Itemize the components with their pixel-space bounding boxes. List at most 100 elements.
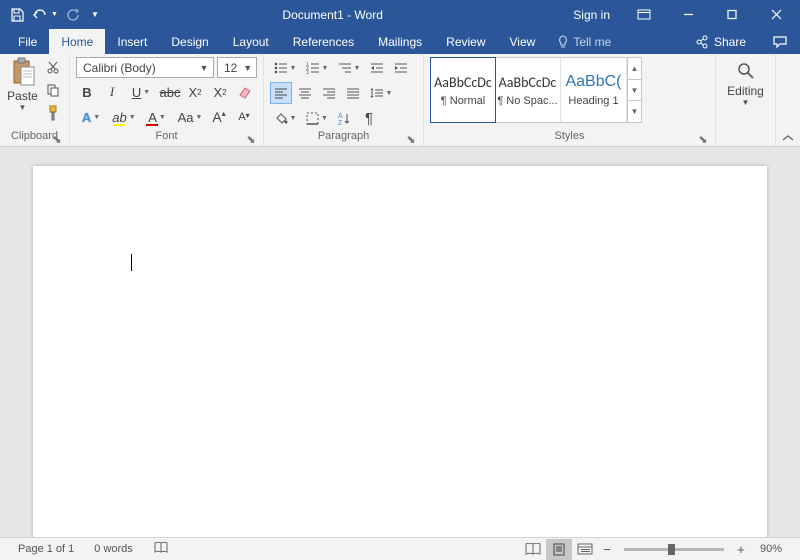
numbering-button[interactable]: 123▼ (302, 57, 332, 79)
multilevel-list-button[interactable]: ▼ (334, 57, 364, 79)
ribbon-display-button[interactable] (624, 0, 664, 29)
qat-customize-button[interactable]: ▼ (88, 3, 102, 27)
ribbon-tabs: File Home Insert Design Layout Reference… (0, 29, 800, 54)
borders-icon (306, 112, 319, 125)
clear-formatting-button[interactable] (234, 81, 256, 103)
font-color-button[interactable]: A▼ (142, 106, 172, 128)
zoom-level[interactable]: 90% (750, 543, 792, 555)
maximize-button[interactable] (712, 0, 752, 29)
tell-me-label: Tell me (573, 35, 611, 49)
justify-button[interactable] (342, 82, 364, 104)
text-effects-button[interactable]: A▼ (76, 106, 106, 128)
web-layout-button[interactable] (572, 539, 598, 560)
decrease-indent-button[interactable] (366, 57, 388, 79)
tab-file[interactable]: File (6, 29, 49, 54)
cut-button[interactable] (43, 57, 63, 77)
page[interactable] (33, 166, 767, 537)
chevron-up-icon (782, 134, 794, 142)
sort-icon: AZ (338, 112, 352, 125)
paste-button[interactable]: Paste ▼ (6, 57, 39, 112)
sort-button[interactable]: AZ (334, 107, 356, 129)
underline-button[interactable]: U▼ (126, 81, 156, 103)
lightbulb-icon (557, 35, 569, 49)
chevron-down-icon: ▼ (742, 98, 750, 107)
tell-me-search[interactable]: Tell me (547, 29, 621, 54)
style-heading-1[interactable]: AaBbC( Heading 1 (561, 58, 627, 122)
bucket-icon (274, 112, 288, 125)
tab-review[interactable]: Review (434, 29, 497, 54)
comments-button[interactable] (760, 29, 800, 54)
format-painter-button[interactable] (43, 103, 63, 123)
zoom-out-button[interactable]: − (598, 542, 616, 557)
numbering-icon: 123 (306, 62, 320, 74)
subscript-button[interactable]: X2 (184, 81, 206, 103)
chevron-down-icon: ▼ (19, 103, 27, 112)
collapse-ribbon-button[interactable] (776, 54, 800, 146)
style-name: ¶ Normal (433, 95, 493, 107)
minimize-button[interactable] (668, 0, 708, 29)
page-indicator[interactable]: Page 1 of 1 (8, 543, 84, 555)
gallery-more-button[interactable]: ▼ (628, 101, 641, 122)
bullets-button[interactable]: ▼ (270, 57, 300, 79)
superscript-button[interactable]: X2 (209, 81, 231, 103)
align-left-button[interactable] (270, 82, 292, 104)
shrink-font-button[interactable]: A▾ (233, 106, 255, 128)
outdent-icon (370, 62, 384, 74)
style-no-spacing[interactable]: AaBbCcDc ¶ No Spac... (495, 58, 561, 122)
dialog-launcher-icon[interactable]: ⬊ (405, 133, 417, 145)
grow-font-button[interactable]: A▴ (208, 106, 230, 128)
tab-references[interactable]: References (281, 29, 366, 54)
group-clipboard: Paste ▼ Clipboard⬊ (0, 54, 70, 146)
align-right-button[interactable] (318, 82, 340, 104)
gallery-up-button[interactable]: ▲ (628, 58, 641, 80)
show-marks-button[interactable]: ¶ (358, 107, 380, 129)
chevron-down-icon[interactable]: ▼ (241, 63, 254, 73)
svg-text:Z: Z (338, 120, 343, 125)
dialog-launcher-icon[interactable]: ⬊ (697, 133, 709, 145)
chevron-down-icon[interactable]: ▼ (197, 63, 211, 73)
multilevel-icon (338, 62, 352, 74)
zoom-in-button[interactable]: + (732, 542, 750, 557)
copy-button[interactable] (43, 80, 63, 100)
document-area[interactable] (0, 147, 800, 537)
change-case-button[interactable]: Aa▼ (175, 106, 205, 128)
editing-button[interactable]: Editing ▼ (722, 57, 769, 107)
increase-indent-button[interactable] (390, 57, 412, 79)
quick-access-toolbar: ▼ ▼ (4, 3, 102, 27)
gallery-down-button[interactable]: ▼ (628, 80, 641, 102)
undo-button[interactable]: ▼ (32, 3, 58, 27)
styles-gallery: AaBbCcDc ¶ Normal AaBbCcDc ¶ No Spac... … (430, 57, 642, 123)
italic-button[interactable]: I (101, 81, 123, 103)
tab-insert[interactable]: Insert (105, 29, 159, 54)
paste-icon (10, 57, 36, 87)
tab-mailings[interactable]: Mailings (366, 29, 434, 54)
read-mode-button[interactable] (520, 539, 546, 560)
spelling-button[interactable] (143, 541, 179, 557)
tab-view[interactable]: View (498, 29, 548, 54)
shading-button[interactable]: ▼ (270, 107, 300, 129)
align-center-button[interactable] (294, 82, 316, 104)
slider-thumb[interactable] (668, 544, 675, 555)
save-button[interactable] (4, 3, 30, 27)
tab-layout[interactable]: Layout (221, 29, 281, 54)
close-button[interactable] (756, 0, 796, 29)
strikethrough-button[interactable]: abc (159, 81, 181, 103)
dialog-launcher-icon[interactable]: ⬊ (245, 133, 257, 145)
highlight-button[interactable]: ab▼ (109, 106, 139, 128)
word-count[interactable]: 0 words (84, 543, 143, 555)
tab-home[interactable]: Home (49, 29, 105, 54)
align-center-icon (298, 87, 312, 99)
borders-button[interactable]: ▼ (302, 107, 332, 129)
tab-design[interactable]: Design (159, 29, 220, 54)
bold-button[interactable]: B (76, 81, 98, 103)
dialog-launcher-icon[interactable]: ⬊ (51, 133, 63, 145)
sign-in-button[interactable]: Sign in (563, 8, 620, 22)
share-button[interactable]: Share (681, 29, 760, 54)
line-spacing-button[interactable]: ▼ (366, 82, 396, 104)
redo-button[interactable] (60, 3, 86, 27)
font-name-combo[interactable]: Calibri (Body)▼ (76, 57, 214, 78)
zoom-slider[interactable] (624, 548, 724, 551)
font-size-combo[interactable]: 12▼ (217, 57, 257, 78)
style-normal[interactable]: AaBbCcDc ¶ Normal (430, 57, 496, 123)
print-layout-button[interactable] (546, 539, 572, 560)
